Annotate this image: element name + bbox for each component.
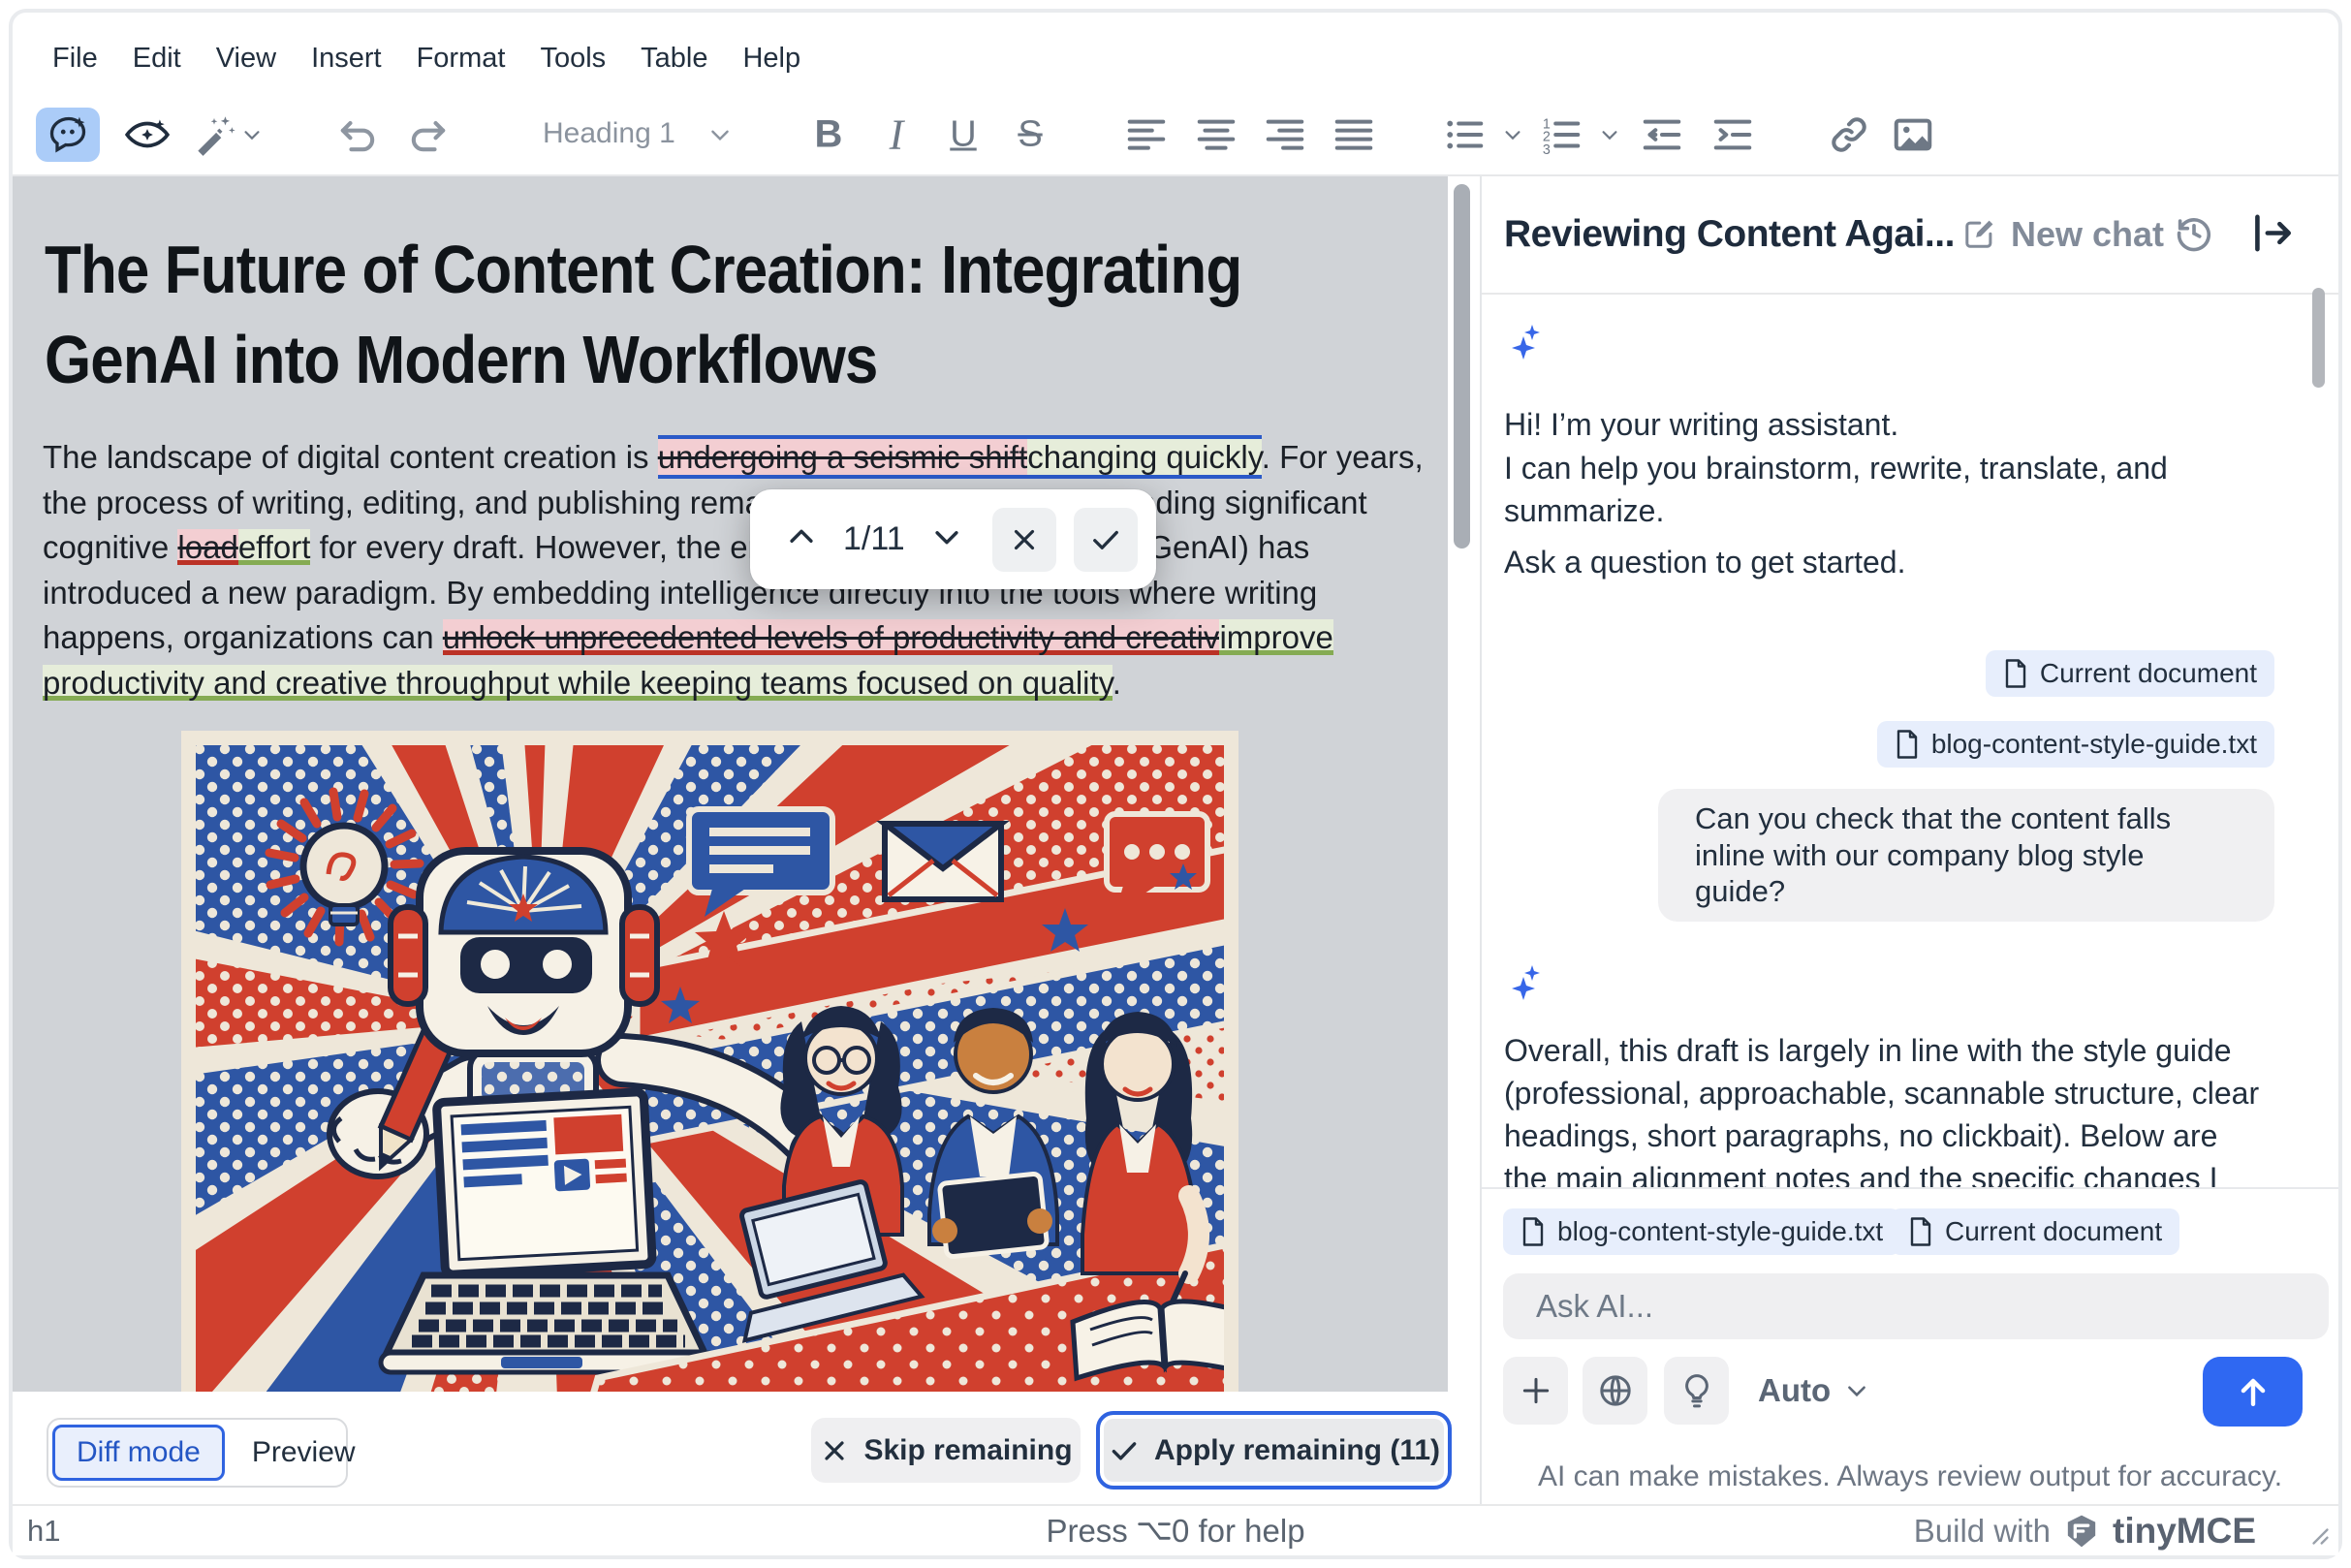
- svg-text:3: 3: [1543, 142, 1551, 157]
